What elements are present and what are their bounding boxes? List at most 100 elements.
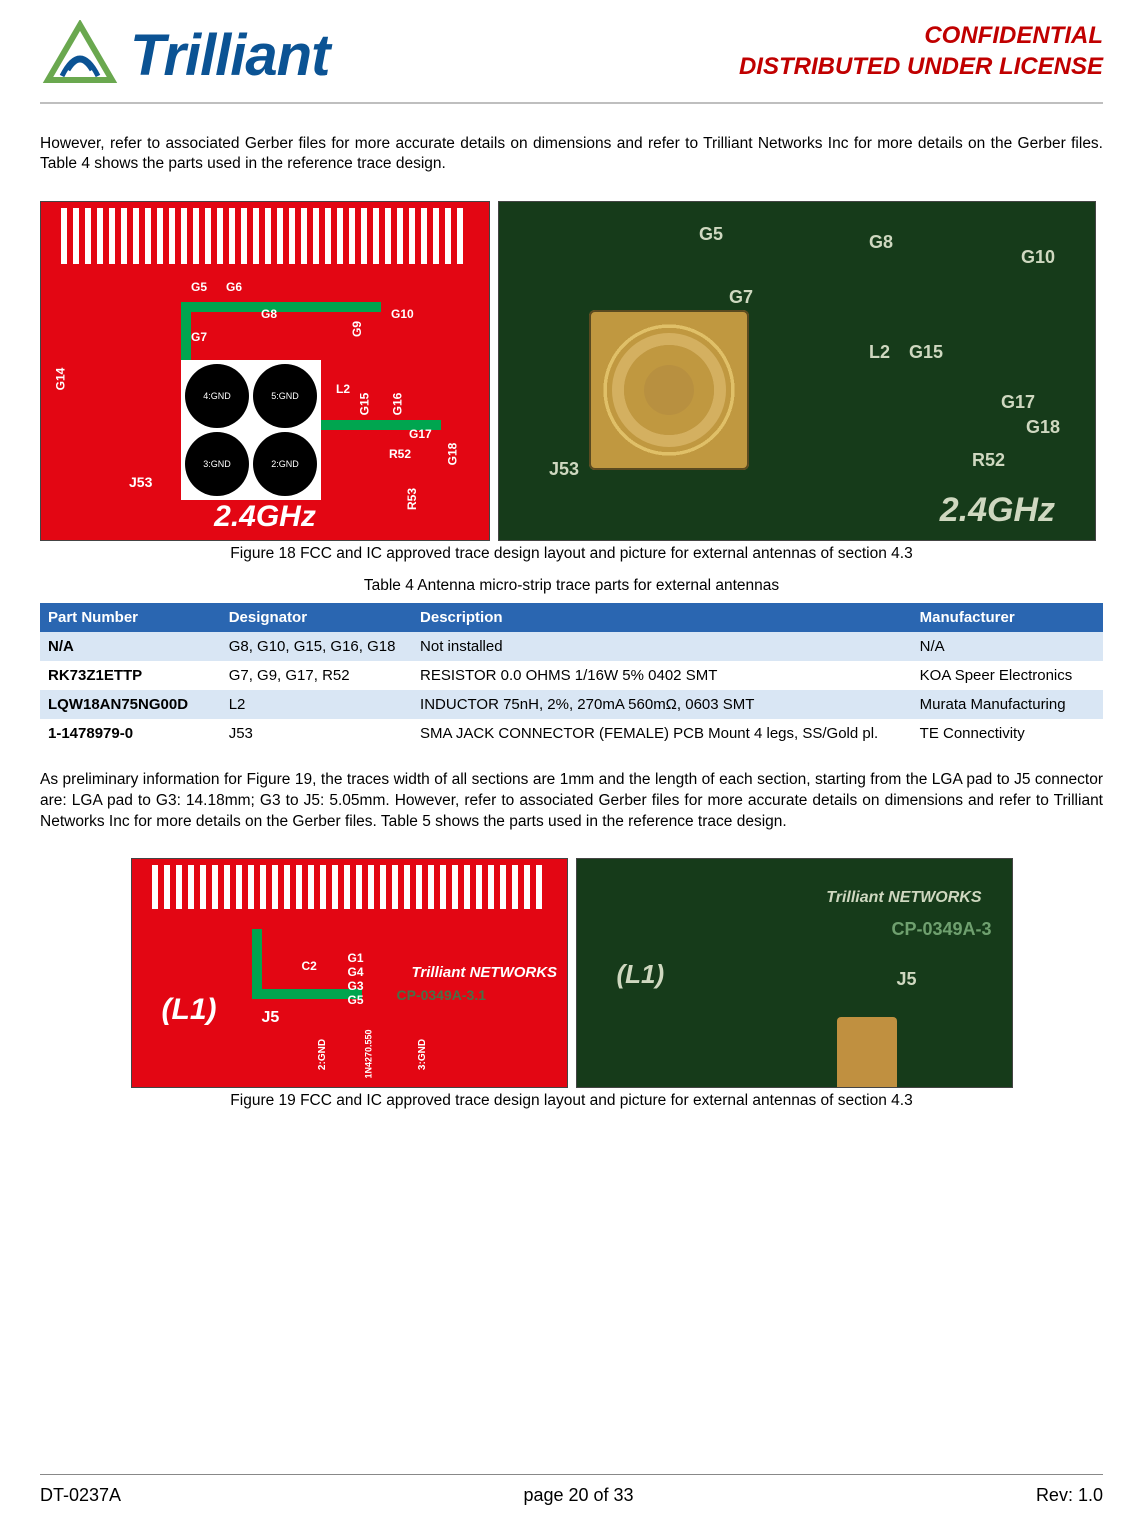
ref-label: G1	[348, 951, 364, 965]
ref-label: 3:GND	[417, 1039, 428, 1070]
ref-label: R52	[389, 447, 411, 461]
ref-label: R52	[972, 450, 1005, 471]
page-number: page 20 of 33	[523, 1485, 633, 1506]
figure-19-photo: Trilliant NETWORKS CP-0349A-3 (L1) J5	[576, 858, 1013, 1088]
cell-desc: INDUCTOR 75nH, 2%, 270mA 560mΩ, 0603 SMT	[412, 690, 912, 719]
cell-pn: RK73Z1ETTP	[40, 661, 221, 690]
cell-mfg: Murata Manufacturing	[912, 690, 1103, 719]
ref-label: J53	[549, 459, 579, 480]
col-designator: Designator	[221, 603, 412, 632]
logo: Trilliant	[40, 20, 329, 90]
figure-19-row: G1 G3 G4 G5 C2 2:GND 3:GND 1N4270.550 Tr…	[40, 858, 1103, 1088]
cell-desc: Not installed	[412, 632, 912, 661]
cell-mfg: N/A	[912, 632, 1103, 661]
ref-label: L2	[336, 382, 350, 396]
ref-label: J5	[897, 969, 917, 990]
sma-connector-icon	[589, 310, 749, 470]
silk-label: CP-0349A-3	[891, 919, 991, 940]
lga-pads-icon	[152, 865, 547, 909]
cell-desig: G8, G10, G15, G16, G18	[221, 632, 412, 661]
ref-label: R53	[405, 488, 419, 510]
ref-label: J5	[262, 1009, 280, 1027]
distributed-label: DISTRIBUTED UNDER LICENSE	[739, 51, 1103, 82]
sma-connector-icon	[837, 1017, 897, 1087]
ref-label: J53	[129, 474, 152, 490]
figure-18-row: G5 G6 G7 G8 G9 G10 G14 G15 G16 G17 G18 L…	[40, 201, 1103, 541]
ref-label: 1N4270.550	[363, 1030, 373, 1079]
ref-label: (L1)	[162, 993, 217, 1027]
cell-pn: N/A	[40, 632, 221, 661]
ref-label: G10	[1021, 247, 1055, 268]
revision: Rev: 1.0	[1036, 1485, 1103, 1506]
table-header-row: Part Number Designator Description Manuf…	[40, 603, 1103, 632]
doc-number: DT-0237A	[40, 1485, 121, 1506]
page-footer: DT-0237A page 20 of 33 Rev: 1.0	[40, 1474, 1103, 1506]
ref-label: G8	[869, 232, 893, 253]
ref-label: G6	[226, 280, 242, 294]
ref-label: G17	[409, 427, 432, 441]
ref-label: (L1)	[617, 959, 665, 990]
paragraph-2: As preliminary information for Figure 19…	[40, 770, 1103, 833]
lga-pads-icon	[61, 208, 469, 264]
ref-label: G15	[909, 342, 943, 363]
ref-label: 2:GND	[317, 1039, 328, 1070]
ref-label: G8	[261, 307, 277, 321]
ref-label: G5	[191, 280, 207, 294]
ref-label: G5	[348, 993, 364, 1007]
figure-18-photo: G5 G7 G8 G10 L2 G15 G17 G18 R52 J53 2.4G…	[498, 201, 1096, 541]
cell-pn: LQW18AN75NG00D	[40, 690, 221, 719]
cell-desig: L2	[221, 690, 412, 719]
figure-18-caption: Figure 18 FCC and IC approved trace desi…	[40, 545, 1103, 563]
table-row: N/A G8, G10, G15, G16, G18 Not installed…	[40, 632, 1103, 661]
ref-label: G18	[445, 443, 459, 466]
table-4: Part Number Designator Description Manuf…	[40, 603, 1103, 748]
ref-label: G15	[357, 393, 371, 416]
table-4-caption: Table 4 Antenna micro-strip trace parts …	[40, 577, 1103, 595]
trace-icon	[181, 302, 381, 312]
ref-label: G7	[191, 330, 207, 344]
band-label: 2.4GHz	[214, 500, 316, 534]
cell-desig: G7, G9, G17, R52	[221, 661, 412, 690]
trace-icon	[252, 989, 362, 999]
logo-icon	[40, 20, 120, 90]
ref-label: G5	[699, 224, 723, 245]
cell-mfg: KOA Speer Electronics	[912, 661, 1103, 690]
col-manufacturer: Manufacturer	[912, 603, 1103, 632]
col-description: Description	[412, 603, 912, 632]
pad-label: 4:GND	[185, 364, 249, 428]
ref-label: G7	[729, 287, 753, 308]
figure-19-caption: Figure 19 FCC and IC approved trace desi…	[40, 1092, 1103, 1110]
col-part-number: Part Number	[40, 603, 221, 632]
cell-pn: 1-1478979-0	[40, 719, 221, 748]
cell-mfg: TE Connectivity	[912, 719, 1103, 748]
logo-text: Trilliant	[130, 22, 329, 89]
confidential-label: CONFIDENTIAL	[739, 20, 1103, 51]
paragraph-1: However, refer to associated Gerber file…	[40, 134, 1103, 176]
figure-19-layout: G1 G3 G4 G5 C2 2:GND 3:GND 1N4270.550 Tr…	[131, 858, 568, 1088]
table-row: 1-1478979-0 J53 SMA JACK CONNECTOR (FEMA…	[40, 719, 1103, 748]
table-row: LQW18AN75NG00D L2 INDUCTOR 75nH, 2%, 270…	[40, 690, 1103, 719]
ref-label: G16	[390, 393, 404, 416]
ref-label: L2	[869, 342, 890, 363]
silk-label: CP-0349A-3.1	[397, 987, 487, 1003]
table-row: RK73Z1ETTP G7, G9, G17, R52 RESISTOR 0.0…	[40, 661, 1103, 690]
silk-logo-text: Trilliant NETWORKS	[826, 889, 981, 907]
confidentiality-block: CONFIDENTIAL DISTRIBUTED UNDER LICENSE	[739, 20, 1103, 82]
silk-logo-text: Trilliant NETWORKS	[412, 964, 558, 981]
figure-18-layout: G5 G6 G7 G8 G9 G10 G14 G15 G16 G17 G18 L…	[40, 201, 490, 541]
ref-label: G17	[1001, 392, 1035, 413]
band-label: 2.4GHz	[940, 491, 1055, 530]
pad-label: 5:GND	[253, 364, 317, 428]
cell-desig: J53	[221, 719, 412, 748]
pad-label: 2:GND	[253, 432, 317, 496]
ref-label: G3	[348, 979, 364, 993]
sma-footprint-icon: 4:GND 5:GND 3:GND 2:GND	[181, 360, 321, 500]
ref-label: G9	[350, 321, 364, 337]
ref-label: G10	[391, 307, 414, 321]
ref-label: C2	[302, 959, 317, 973]
ref-label: G14	[53, 368, 67, 391]
ref-label: G4	[348, 965, 364, 979]
cell-desc: RESISTOR 0.0 OHMS 1/16W 5% 0402 SMT	[412, 661, 912, 690]
pad-label: 3:GND	[185, 432, 249, 496]
cell-desc: SMA JACK CONNECTOR (FEMALE) PCB Mount 4 …	[412, 719, 912, 748]
